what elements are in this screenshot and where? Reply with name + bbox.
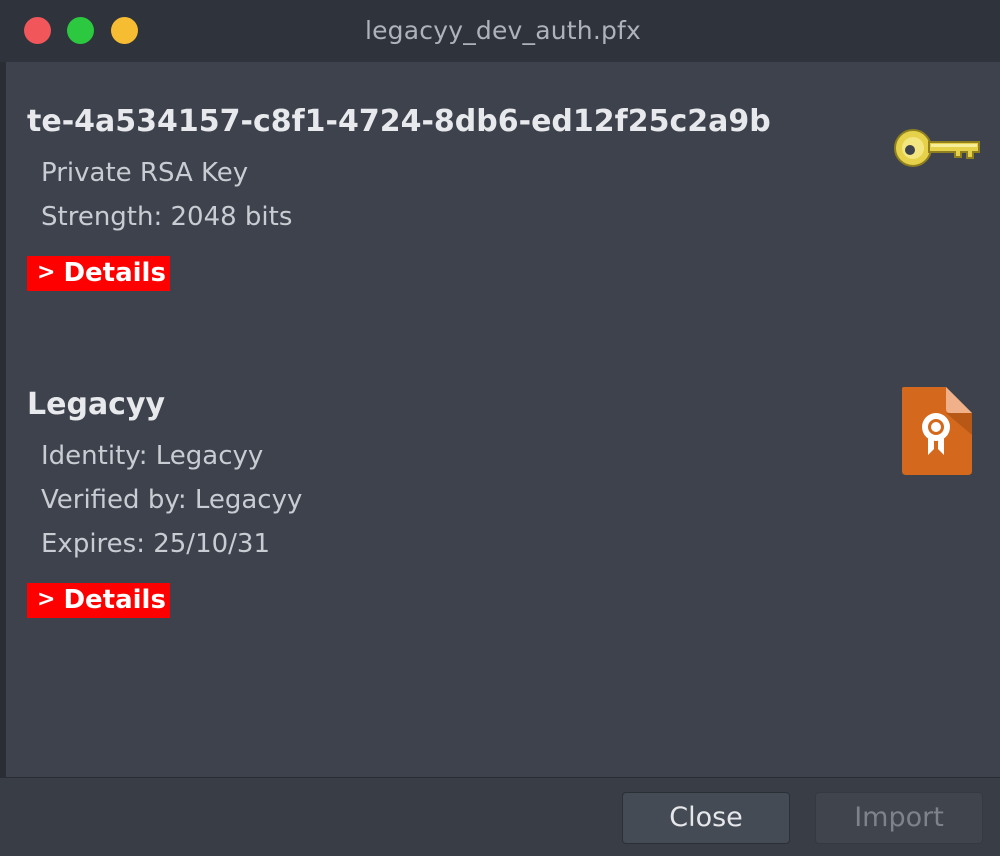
- import-button[interactable]: Import: [815, 792, 983, 844]
- chevron-right-icon: >: [37, 260, 56, 285]
- cert-details-expander[interactable]: > Details: [27, 583, 170, 618]
- dialog-footer: Close Import: [0, 778, 1000, 856]
- cert-identity: Identity: Legacyy: [41, 441, 264, 471]
- key-title: te-4a534157-c8f1-4724-8db6-ed12f25c2a9b: [27, 104, 771, 139]
- details-label: Details: [63, 585, 166, 615]
- window-title: legacyy_dev_auth.pfx: [364, 16, 642, 45]
- cert-title: Legacyy: [27, 387, 166, 422]
- key-icon: [893, 124, 983, 176]
- cert-expires: Expires: 25/10/31: [41, 529, 270, 559]
- key-strength: Strength: 2048 bits: [41, 202, 293, 232]
- certificate-dialog: legacyy_dev_auth.pfx te-4a534157-c8f1-47…: [0, 0, 1000, 856]
- key-type: Private RSA Key: [41, 158, 249, 188]
- chevron-right-icon: >: [37, 587, 56, 612]
- cert-verified-by: Verified by: Legacyy: [41, 485, 303, 515]
- key-details-expander[interactable]: > Details: [27, 256, 170, 291]
- certificate-icon: [900, 383, 974, 481]
- details-label: Details: [63, 258, 166, 288]
- close-button[interactable]: Close: [622, 792, 790, 844]
- title-bar[interactable]: legacyy_dev_auth.pfx: [0, 0, 1000, 62]
